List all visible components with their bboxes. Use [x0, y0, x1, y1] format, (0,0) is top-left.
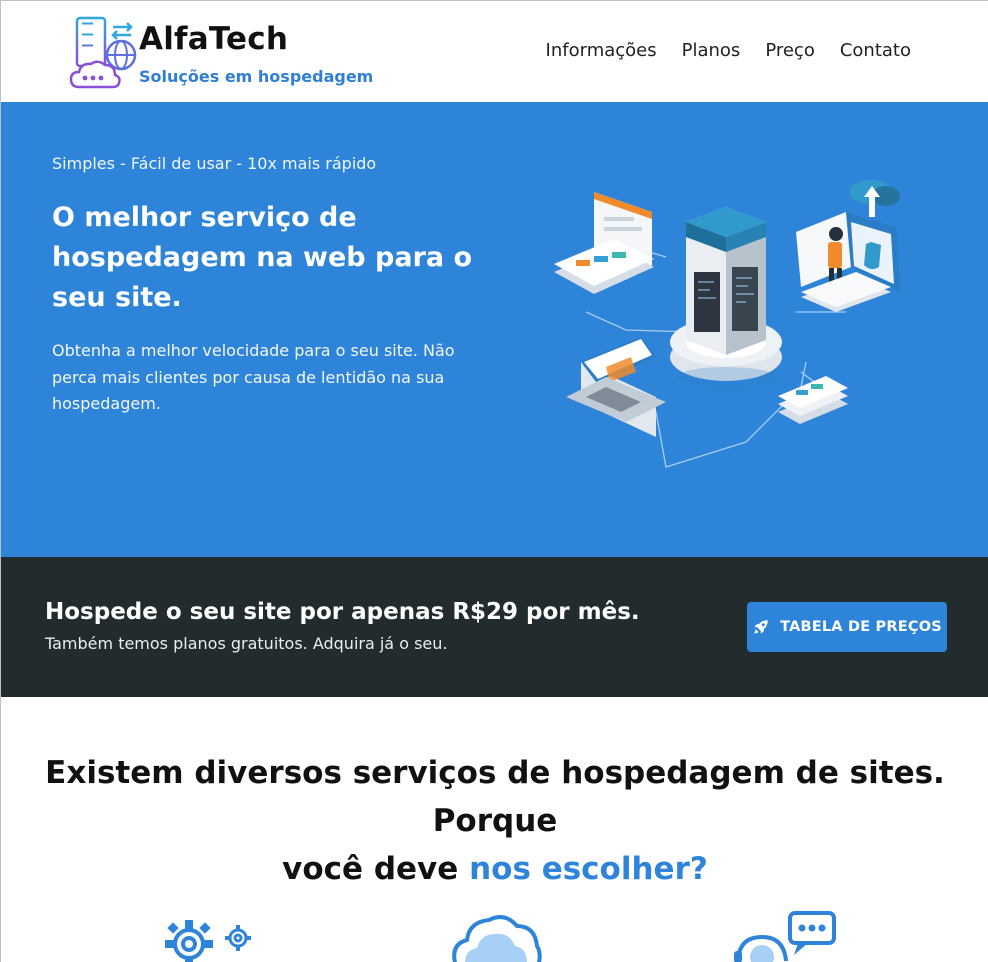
nav-link-contato[interactable]: Contato: [840, 40, 911, 61]
hero-description: Obtenha a melhor velocidade para o seu s…: [52, 341, 455, 413]
logo-subtitle: Soluções em hospedagem: [139, 67, 374, 86]
main-nav: Informações Planos Preço Contato: [546, 40, 911, 61]
nav-link-planos[interactable]: Planos: [682, 40, 741, 61]
hosting-server-illustration: [554, 180, 901, 468]
why-heading-line2: você deve: [282, 851, 459, 887]
cloud-icon: [452, 915, 542, 962]
gears-icon: [165, 920, 251, 962]
why-heading-line1: Existem diversos serviços de hospedagem …: [45, 755, 945, 839]
nav-link-preco[interactable]: Preço: [765, 40, 815, 61]
hero-tagline: Simples - Fácil de usar - 10x mais rápid…: [52, 154, 377, 173]
why-heading: Existem diversos serviços de hospedagem …: [1, 749, 988, 893]
why-heading-accent: nos escolher?: [469, 851, 708, 887]
hero-title: O melhor serviço de hospedagem na web pa…: [52, 202, 473, 313]
site-header: AlfaTech Soluções em hospedagem Informaç…: [1, 1, 988, 102]
cta-title: Hospede o seu site por apenas R$29 por m…: [45, 599, 640, 625]
rocket-icon: [754, 620, 768, 634]
nav-link-informacoes[interactable]: Informações: [546, 40, 657, 61]
logo-title: AlfaTech: [139, 21, 289, 57]
cta-subtitle: Também temos planos gratuitos. Adquira j…: [45, 634, 448, 653]
server-cloud-logo-icon: [69, 16, 137, 89]
hero-section: Simples - Fácil de usar - 10x mais rápid…: [1, 102, 988, 557]
logo[interactable]: AlfaTech Soluções em hospedagem: [69, 15, 373, 91]
pricing-cta-band: Hospede o seu site por apenas R$29 por m…: [1, 557, 988, 697]
support-chat-icon: [734, 911, 836, 962]
pricing-table-button[interactable]: TABELA DE PREÇOS: [747, 602, 947, 652]
why-choose-us-section: Existem diversos serviços de hospedagem …: [1, 697, 988, 962]
pricing-table-button-label: TABELA DE PREÇOS: [780, 619, 942, 635]
